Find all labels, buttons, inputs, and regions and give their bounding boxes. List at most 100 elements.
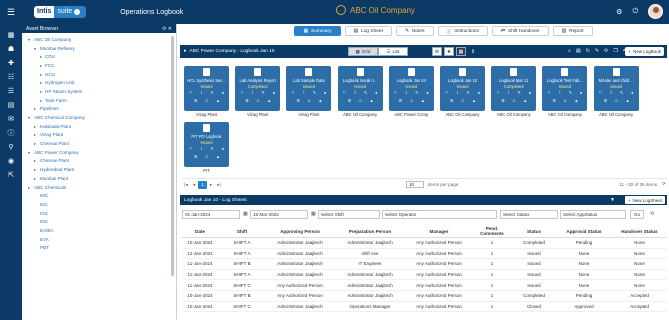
tree-item[interactable]: ▸ Mumbai Plant — [28, 174, 176, 183]
table-row[interactable]: 11-Jan-2024 SHIFT B Administrator Jaajitec… — [182, 259, 667, 270]
alert-icon[interactable]: ▲ — [472, 98, 476, 103]
logbook-card[interactable]: Logbook Insulin t... Issued ⚐ ⌇ ✎ ● ⚙ ☺ ▲ ABC Oil… — [337, 66, 383, 119]
chart-icon[interactable]: ⌇ — [303, 90, 305, 95]
expand-caret-icon[interactable]: ▸ — [184, 49, 186, 54]
tag-icon[interactable]: ⚐ — [445, 90, 449, 95]
tree-item[interactable]: ▸ Hydrogen Unit — [28, 78, 176, 87]
tag-icon[interactable]: ⚐ — [496, 90, 500, 95]
tree-item[interactable]: ▸ Tank Farm — [28, 96, 176, 105]
tag-icon[interactable]: ⚐ — [599, 90, 603, 95]
tree-item[interactable]: INC — [28, 217, 176, 226]
link-nav-icon[interactable]: ⚲ — [0, 140, 22, 154]
settings-icon[interactable]: ⚙ — [245, 98, 249, 103]
tab-report[interactable]: ▥ Report — [552, 26, 593, 36]
settings-small-icon[interactable]: ⚙ — [432, 47, 442, 56]
column-header[interactable]: Preparation Person — [336, 225, 404, 237]
settings-icon[interactable]: ⚙ — [348, 98, 352, 103]
filter-funnel-icon[interactable]: ▼ — [610, 197, 615, 203]
select-operator-dropdown[interactable]: Select Operator — [382, 210, 497, 219]
calendar-icon[interactable]: ▦ — [243, 211, 248, 217]
settings-icon[interactable]: ⚙ — [552, 98, 556, 103]
edit-icon[interactable]: ✎ — [262, 90, 265, 95]
tree-item[interactable]: ▸ FCC — [28, 61, 176, 70]
column-header[interactable]: Status — [512, 225, 556, 237]
tree-item[interactable]: ▸ HP Steam System — [28, 87, 176, 96]
tag-icon[interactable]: ⚐ — [343, 90, 347, 95]
chart-icon[interactable]: ⌇ — [559, 90, 561, 95]
user-nav-icon[interactable]: ☗ — [0, 42, 22, 56]
settings-icon[interactable]: ⚙ — [450, 98, 454, 103]
prev-page-icon[interactable]: ◂ — [190, 182, 198, 188]
tab-notes[interactable]: ✎ Notes — [395, 26, 434, 36]
tree-item[interactable]: IDC — [28, 200, 176, 209]
user-icon[interactable]: ☺ — [256, 98, 260, 103]
tree-item[interactable]: ▸ Chennai Plant — [28, 157, 176, 166]
edit-icon[interactable]: ✎ — [620, 90, 623, 95]
edit-icon[interactable]: ✎ — [466, 90, 469, 95]
alert-icon[interactable]: ▲ — [626, 98, 630, 103]
power-icon[interactable]: ⏻ — [632, 8, 638, 16]
tag-icon[interactable]: ⚐ — [189, 146, 193, 151]
drop-icon[interactable]: ● — [273, 90, 275, 95]
table-row[interactable]: 11-Jan-2024 SHIFT C Any Authorized Person A… — [182, 280, 667, 291]
user-icon[interactable]: ☺ — [205, 98, 209, 103]
column-header[interactable]: Approving Person — [266, 225, 334, 237]
add-nav-icon[interactable]: ✚ — [0, 56, 22, 70]
edit-icon[interactable]: ✎ — [313, 90, 316, 95]
tree-item[interactable]: EA/BA — [28, 226, 176, 235]
alert-icon[interactable]: ▲ — [216, 154, 220, 159]
user-icon[interactable]: ☺ — [563, 98, 567, 103]
column-header[interactable]: Shift — [222, 225, 262, 237]
from-date-field[interactable]: 01-Jan-2024 — [182, 210, 240, 219]
table-row[interactable]: 12-Jan-2024 SHIFT A Administrator Jaajitec… — [182, 249, 667, 260]
select-shift-dropdown[interactable]: Select Shift — [318, 210, 380, 219]
chat-nav-icon[interactable]: ✉ — [0, 112, 22, 126]
user-icon[interactable]: ☺ — [461, 98, 465, 103]
alert-icon[interactable]: ▲ — [523, 98, 527, 103]
user-icon[interactable]: ☺ — [614, 98, 618, 103]
star-icon[interactable]: ★ — [444, 47, 454, 56]
help-nav-icon[interactable]: ◉ — [0, 154, 22, 168]
tree-item[interactable]: ▸ Vizag Plant — [28, 131, 176, 140]
go-button[interactable]: Go — [630, 210, 644, 219]
logbook-card[interactable]: HCL Synthesis Sec... Issued ⚐ ⌇ ✎ ● ⚙ ☺ ▲ Vizag P… — [184, 66, 229, 119]
tag-icon[interactable]: ⚐ — [189, 90, 193, 95]
tree-item[interactable]: ▾ ABC Power Company — [28, 148, 176, 157]
alert-icon[interactable]: ▲ — [421, 98, 425, 103]
table-row[interactable]: 10-Jan-2024 SHIFT A Administrator Jaajitec… — [182, 238, 667, 249]
drop-icon[interactable]: ● — [426, 90, 428, 95]
drop-icon[interactable]: ● — [324, 90, 326, 95]
alert-icon[interactable]: ▲ — [267, 98, 271, 103]
chart-icon[interactable]: ⌇ — [200, 90, 202, 95]
alert-icon[interactable]: ▲ — [574, 98, 578, 103]
grid-view-button[interactable]: ▦ Grid — [348, 47, 378, 56]
user-icon[interactable]: ☺ — [512, 98, 516, 103]
tree-item[interactable]: ▾ Mumbai Refinery — [28, 44, 176, 53]
table-nav-icon[interactable]: ☷ — [0, 70, 22, 84]
edit-icon[interactable]: ✎ — [210, 146, 213, 151]
edit-icon[interactable]: ✎ — [364, 90, 367, 95]
drop-icon[interactable]: ● — [222, 146, 224, 151]
to-date-field[interactable]: 15-Mar-2024 — [250, 210, 308, 219]
tree-item[interactable]: PBT — [28, 244, 176, 253]
next-page-icon[interactable]: ▸ — [207, 182, 215, 188]
edit-icon[interactable]: ✎ — [210, 90, 213, 95]
chart-icon[interactable]: ⌇ — [508, 90, 510, 95]
edit-icon[interactable]: ✎ — [595, 48, 599, 54]
settings-icon[interactable]: ⚙ — [399, 98, 403, 103]
user-icon[interactable]: ☺ — [205, 154, 209, 159]
tree-item[interactable]: ▾ ABC Chemical Company — [28, 113, 176, 122]
tree-item[interactable]: ▾ ABC Oil Company — [28, 35, 176, 44]
column-header[interactable]: Date — [182, 225, 218, 237]
edit-icon[interactable]: ✎ — [569, 90, 572, 95]
chart-icon[interactable]: ⌇ — [610, 90, 612, 95]
tree-item[interactable]: IMC — [28, 191, 176, 200]
filter-toggle-icon[interactable]: ▦ — [456, 47, 466, 56]
drop-icon[interactable]: ● — [580, 90, 582, 95]
settings-icon[interactable]: ⚙ — [501, 98, 505, 103]
table-row[interactable]: 11-Jan-2024 SHIFT A Administrator Jaajitec… — [182, 270, 667, 281]
tree-item[interactable]: ▸ Chennai Plant — [28, 139, 176, 148]
calendar-icon[interactable]: ▦ — [311, 211, 316, 217]
user-avatar[interactable] — [648, 4, 663, 19]
list-nav-icon[interactable]: ☰ — [0, 84, 22, 98]
